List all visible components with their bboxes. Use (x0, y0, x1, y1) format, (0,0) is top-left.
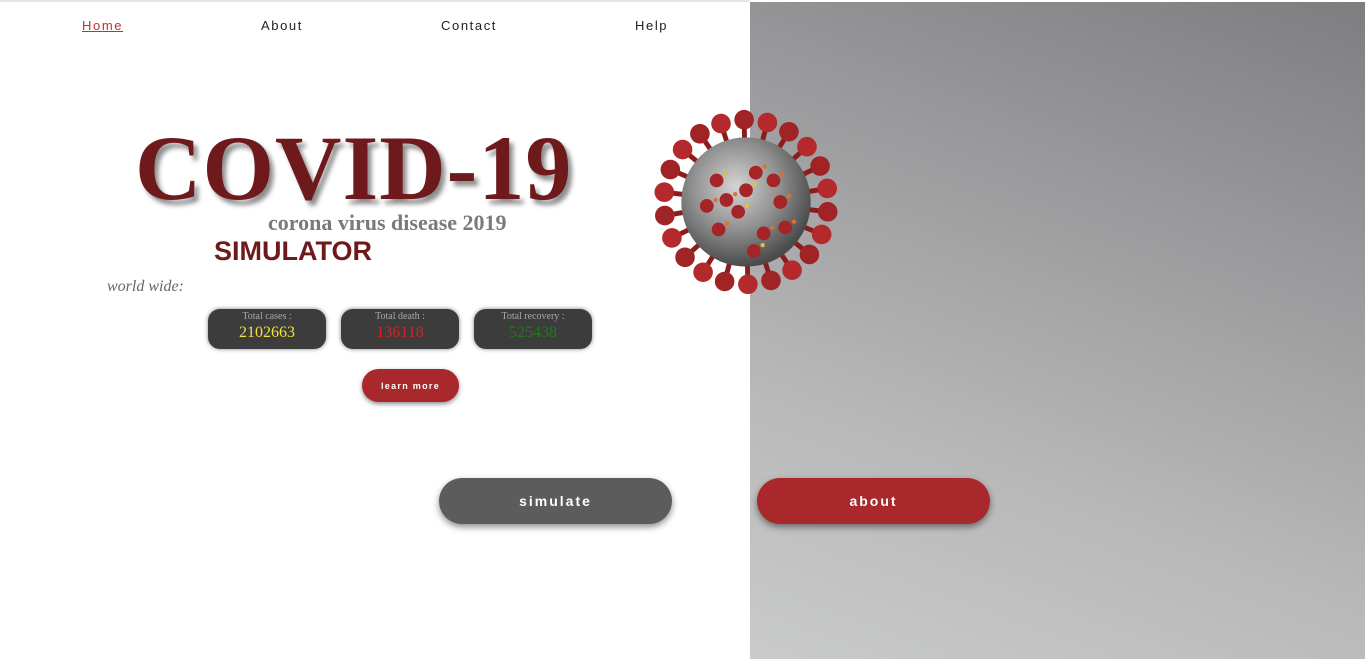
world-wide-label: world wide: (107, 278, 184, 295)
learn-more-button[interactable]: learn more (362, 369, 459, 402)
gray-gradient-panel (750, 2, 1365, 659)
nav-contact-link[interactable]: Contact (441, 18, 497, 33)
total-recovery-value: 525438 (509, 324, 557, 341)
total-death-label: Total death : (375, 311, 425, 322)
about-button[interactable]: about (757, 478, 990, 524)
total-cases-label: Total cases : (242, 311, 292, 322)
page: Home About Contact Help COVID-19 corona … (0, 0, 1365, 659)
total-cases-card: Total cases : 2102663 (208, 309, 326, 349)
nav-home-link[interactable]: Home (82, 18, 123, 33)
coronavirus-icon (654, 109, 838, 295)
nav-help-link[interactable]: Help (635, 18, 668, 33)
nav-about-link[interactable]: About (261, 18, 303, 33)
simulate-button[interactable]: simulate (439, 478, 672, 524)
total-recovery-card: Total recovery : 525438 (474, 309, 592, 349)
total-recovery-label: Total recovery : (501, 311, 565, 322)
page-title: COVID-19 (135, 117, 573, 219)
total-death-value: 136118 (376, 324, 424, 341)
total-cases-value: 2102663 (239, 324, 295, 341)
page-subtitle: corona virus disease 2019 (268, 210, 507, 235)
top-divider (0, 0, 750, 2)
total-death-card: Total death : 136118 (341, 309, 459, 349)
simulator-heading: SIMULATOR (214, 236, 372, 266)
